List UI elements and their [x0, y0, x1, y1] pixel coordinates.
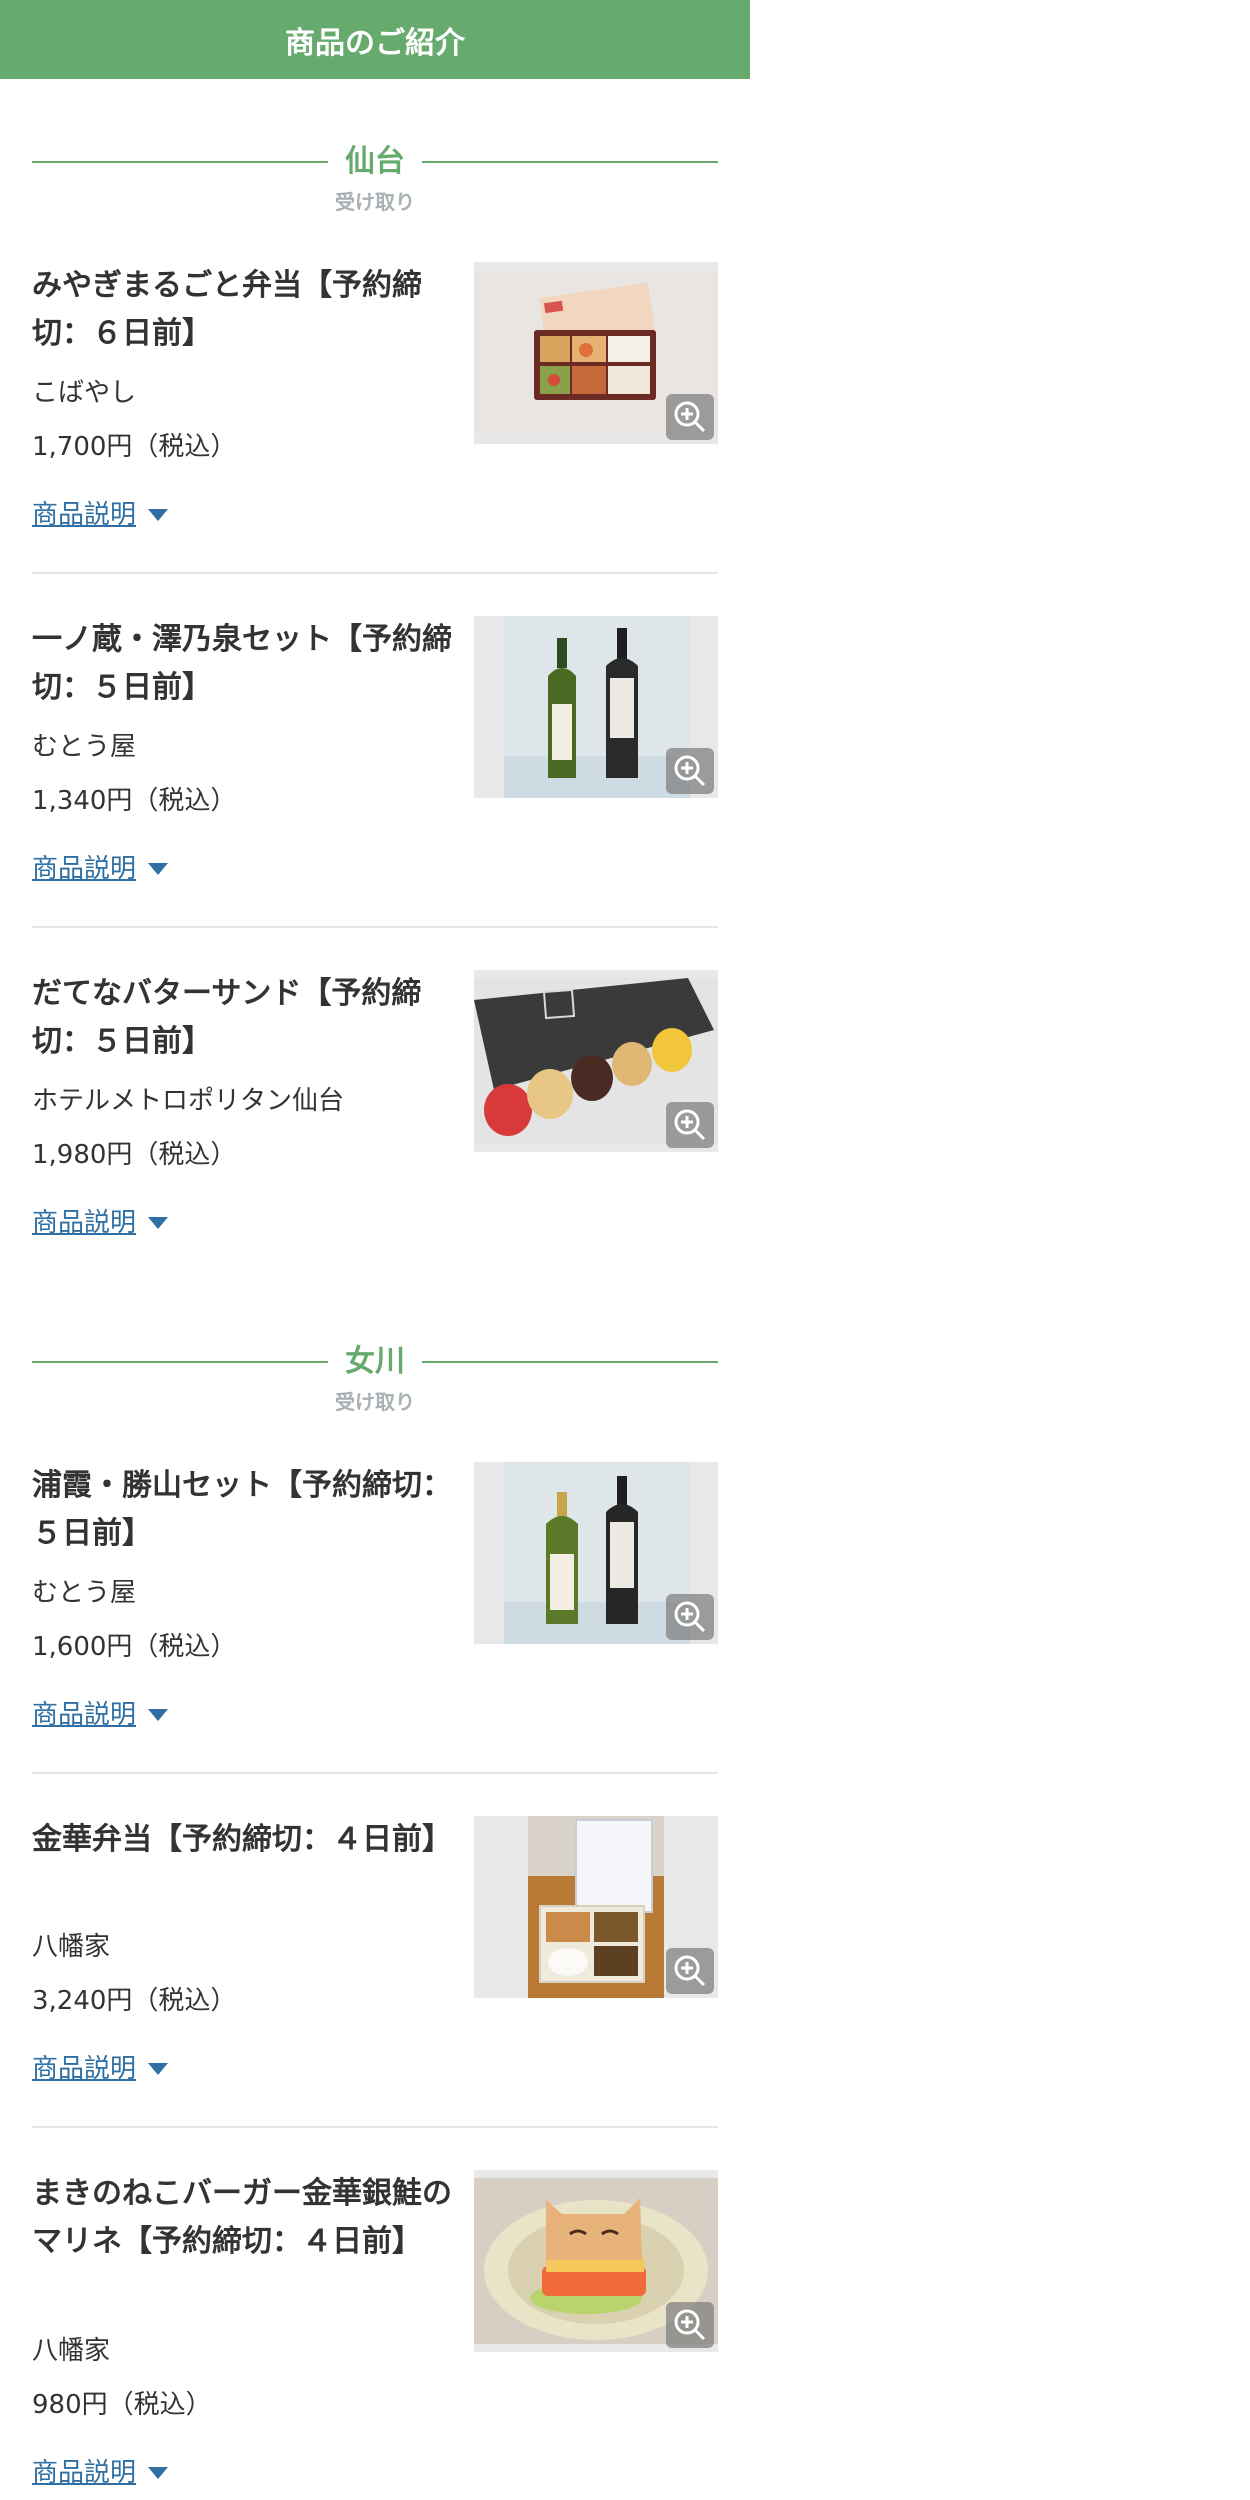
product-description-label: 商品説明 — [32, 1700, 137, 1730]
product-price: 3,240円（税込） — [32, 1986, 237, 2016]
product-description-toggle[interactable]: 商品説明 — [32, 1698, 169, 1732]
product-image[interactable] — [474, 2170, 718, 2352]
item-divider — [32, 572, 718, 574]
caret-down-icon — [148, 1217, 169, 1229]
product-description-label: 商品説明 — [32, 854, 137, 884]
section-header-onagawa: 女川 受け取り — [32, 1344, 718, 1420]
product-price: 1,340円（税込） — [32, 786, 237, 816]
section-subtitle: 受け取り — [335, 190, 415, 214]
product-description-toggle[interactable]: 商品説明 — [32, 852, 169, 886]
section-subtitle: 受け取り — [335, 1390, 415, 1414]
item-divider — [32, 1772, 718, 1774]
product-shop: むとう屋 — [32, 1578, 137, 1608]
zoom-in-icon[interactable] — [666, 1948, 714, 1994]
product-item: みやぎまるごと弁当【予約締切：６日前】 こばやし 1,700円（税込） 商品説明 — [32, 262, 718, 542]
section-title: 仙台 — [345, 144, 405, 179]
product-price: 1,980円（税込） — [32, 1140, 237, 1170]
product-description-toggle[interactable]: 商品説明 — [32, 498, 169, 532]
section-header-sendai: 仙台 受け取り — [32, 144, 718, 220]
product-shop: 八幡家 — [32, 2336, 111, 2366]
product-shop: 八幡家 — [32, 1932, 111, 1962]
product-title: みやぎまるごと弁当【予約締切：６日前】 — [32, 268, 422, 351]
product-description-label: 商品説明 — [32, 500, 137, 530]
product-description-label: 商品説明 — [32, 2054, 137, 2084]
caret-down-icon — [148, 2063, 169, 2075]
product-description-label: 商品説明 — [32, 2458, 137, 2488]
product-title: まきのねこバーガー金華銀鮭のマリネ【予約締切：４日前】 — [32, 2176, 452, 2259]
section-title: 女川 — [345, 1344, 405, 1379]
product-image[interactable] — [474, 1462, 718, 1644]
caret-down-icon — [148, 2467, 169, 2479]
page-header: 商品のご紹介 — [0, 0, 750, 79]
product-title: 一ノ蔵・澤乃泉セット【予約締切：５日前】 — [32, 622, 452, 705]
product-shop: ホテルメトロポリタン仙台 — [32, 1086, 345, 1116]
product-image[interactable] — [474, 1816, 718, 1998]
caret-down-icon — [148, 509, 169, 521]
product-shop: こばやし — [32, 378, 137, 408]
product-title: だてなバターサンド【予約締切：５日前】 — [32, 976, 422, 1059]
product-description-toggle[interactable]: 商品説明 — [32, 2052, 169, 2086]
product-item: 一ノ蔵・澤乃泉セット【予約締切：５日前】 むとう屋 1,340円（税込） 商品説… — [32, 616, 718, 896]
product-item: 浦霞・勝山セット【予約締切：５日前】 むとう屋 1,600円（税込） 商品説明 — [32, 1462, 718, 1742]
product-title: 浦霞・勝山セット【予約締切：５日前】 — [32, 1468, 452, 1551]
product-price: 1,700円（税込） — [32, 432, 237, 462]
caret-down-icon — [148, 1709, 169, 1721]
product-description-toggle[interactable]: 商品説明 — [32, 2456, 169, 2490]
product-item: だてなバターサンド【予約締切：５日前】 ホテルメトロポリタン仙台 1,980円（… — [32, 970, 718, 1250]
page-title: 商品のご紹介 — [285, 25, 465, 61]
zoom-in-icon[interactable] — [666, 2302, 714, 2348]
product-description-label: 商品説明 — [32, 1208, 137, 1238]
zoom-in-icon[interactable] — [666, 394, 714, 440]
zoom-in-icon[interactable] — [666, 1102, 714, 1148]
zoom-in-icon[interactable] — [666, 1594, 714, 1640]
product-item: 金華弁当【予約締切：４日前】 八幡家 3,240円（税込） 商品説明 — [32, 1816, 718, 2096]
product-item: まきのねこバーガー金華銀鮭のマリネ【予約締切：４日前】 八幡家 980円（税込）… — [32, 2170, 718, 2500]
product-image[interactable] — [474, 970, 718, 1152]
product-image[interactable] — [474, 262, 718, 444]
product-price: 980円（税込） — [32, 2390, 212, 2420]
caret-down-icon — [148, 863, 169, 875]
product-shop: むとう屋 — [32, 732, 137, 762]
item-divider — [32, 2126, 718, 2128]
product-description-toggle[interactable]: 商品説明 — [32, 1206, 169, 1240]
zoom-in-icon[interactable] — [666, 748, 714, 794]
product-price: 1,600円（税込） — [32, 1632, 237, 1662]
product-image[interactable] — [474, 616, 718, 798]
product-title: 金華弁当【予約締切：４日前】 — [32, 1822, 452, 1857]
item-divider — [32, 926, 718, 928]
